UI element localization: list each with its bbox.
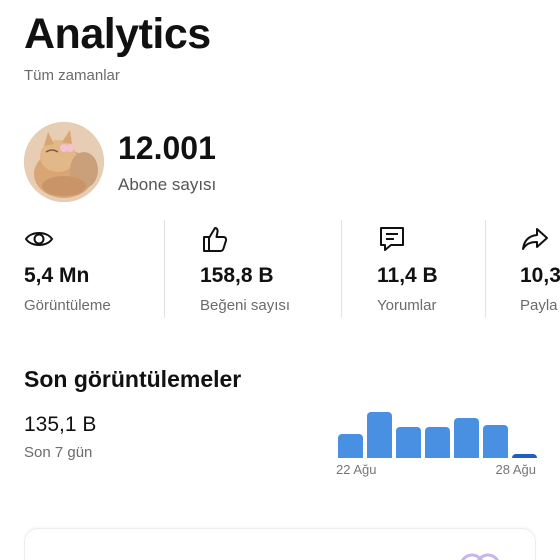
chart-tick-label: 28 Ağu [495, 462, 537, 477]
stat-label: Payla [520, 297, 558, 314]
chart-bar[interactable] [425, 427, 450, 458]
stat-value: 158,8 B [200, 264, 274, 287]
share-icon [522, 228, 548, 250]
chart-bar[interactable] [483, 425, 508, 458]
stat-divider [164, 220, 165, 318]
stat-divider [341, 220, 342, 318]
stat-label: Görüntüleme [24, 297, 111, 314]
stats-row: 5,4 Mn Görüntüleme 158,8 B Beğeni sayısı… [0, 218, 560, 320]
recent-views-chart[interactable]: 22 Ağu 28 Ağu [336, 400, 540, 484]
subscriber-label: Abone sayısı [118, 175, 217, 194]
stat-divider [485, 220, 486, 318]
recent-views-title: Son görüntülemeler [24, 366, 242, 392]
chart-bar[interactable] [454, 418, 479, 458]
chart-bar[interactable] [338, 434, 363, 458]
stat-value: 5,4 Mn [24, 264, 90, 287]
chart-tick-label: 22 Ağu [336, 462, 377, 477]
eye-icon [24, 232, 54, 246]
stat-label: Yorumlar [377, 297, 437, 314]
subscriber-count: 12.001 [118, 130, 216, 166]
period-selector[interactable]: Tüm zamanlar [24, 67, 120, 84]
stat-label: Beğeni sayısı [200, 297, 291, 314]
thumbs-up-icon [203, 227, 228, 252]
comment-icon [380, 227, 404, 251]
chart-bar[interactable] [367, 412, 392, 458]
page-title: Analytics [24, 10, 211, 58]
stat-value: 10,3 [520, 264, 560, 287]
chart-bar[interactable] [396, 427, 421, 458]
chart-bar[interactable] [512, 454, 537, 458]
recent-views-period: Son 7 gün [24, 444, 93, 461]
cat-avatar-icon [24, 122, 104, 202]
decorative-rings-icon [461, 553, 499, 560]
recent-views-value: 135,1 B [24, 413, 97, 436]
stat-value: 11,4 B [377, 264, 438, 287]
analytics-page: Analytics Tüm zamanlar 12.001 Abone sayı… [0, 0, 560, 560]
channel-avatar[interactable] [24, 122, 104, 202]
